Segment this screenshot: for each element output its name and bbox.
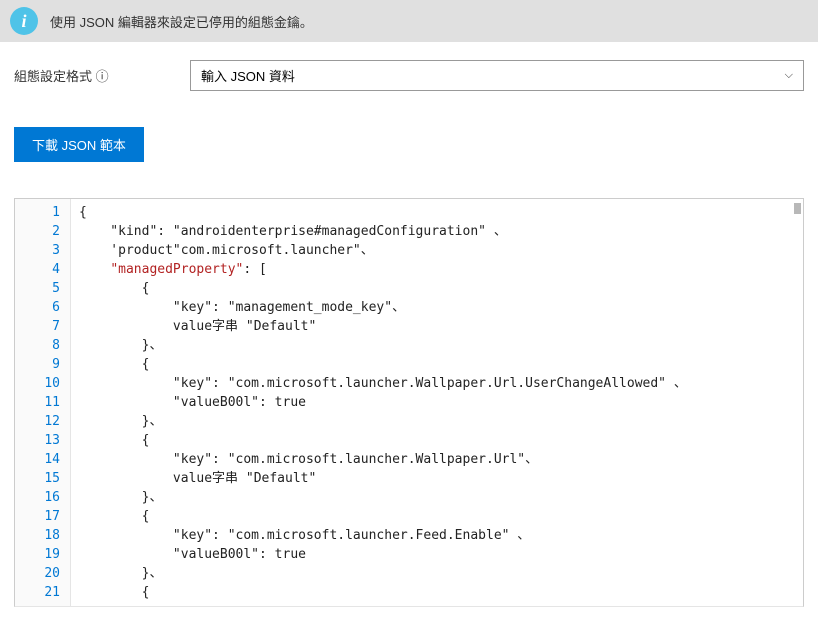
- code-line[interactable]: {: [79, 583, 795, 602]
- code-line[interactable]: "valueB00l": true: [79, 393, 795, 412]
- line-number: 11: [15, 393, 70, 412]
- code-line[interactable]: {: [79, 355, 795, 374]
- code-line[interactable]: }、: [79, 564, 795, 583]
- line-number: 6: [15, 298, 70, 317]
- line-number: 18: [15, 526, 70, 545]
- code-line[interactable]: value字串 "Default": [79, 317, 795, 336]
- code-line[interactable]: }、: [79, 412, 795, 431]
- info-banner: i 使用 JSON 編輯器來設定已停用的組態金鑰。: [0, 0, 818, 42]
- line-number: 15: [15, 469, 70, 488]
- line-number: 21: [15, 583, 70, 602]
- code-line[interactable]: "key": "com.microsoft.launcher.Wallpaper…: [79, 374, 795, 393]
- line-number: 9: [15, 355, 70, 374]
- line-number: 2: [15, 222, 70, 241]
- code-line[interactable]: "key": "com.microsoft.launcher.Wallpaper…: [79, 450, 795, 469]
- line-number: 19: [15, 545, 70, 564]
- code-line[interactable]: 'product"com.microsoft.launcher"、: [79, 241, 795, 260]
- config-format-label: 組態設定格式 ⓘ: [14, 66, 174, 85]
- code-line[interactable]: }、: [79, 336, 795, 355]
- download-json-template-button[interactable]: 下載 JSON 範本: [14, 127, 144, 162]
- code-line[interactable]: {: [79, 203, 795, 222]
- line-number: 14: [15, 450, 70, 469]
- line-number: 5: [15, 279, 70, 298]
- line-number-gutter: 123456789101112131415161718192021: [15, 199, 71, 606]
- code-line[interactable]: "valueB00l": true: [79, 545, 795, 564]
- info-icon: i: [10, 7, 38, 35]
- line-number: 8: [15, 336, 70, 355]
- line-number: 17: [15, 507, 70, 526]
- line-number: 12: [15, 412, 70, 431]
- code-line[interactable]: "key": "management_mode_key"、: [79, 298, 795, 317]
- chevron-down-icon: ⌵: [785, 69, 793, 82]
- info-banner-text: 使用 JSON 編輯器來設定已停用的組態金鑰。: [50, 12, 313, 31]
- code-line[interactable]: value字串 "Default": [79, 469, 795, 488]
- code-line[interactable]: {: [79, 431, 795, 450]
- line-number: 20: [15, 564, 70, 583]
- json-editor[interactable]: 123456789101112131415161718192021 { "kin…: [14, 198, 804, 607]
- line-number: 13: [15, 431, 70, 450]
- code-line[interactable]: "kind": "androidenterprise#managedConfig…: [79, 222, 795, 241]
- code-line[interactable]: "key": "com.microsoft.launcher.Feed.Enab…: [79, 526, 795, 545]
- dropdown-selected-value: 輸入 JSON 資料: [201, 66, 295, 85]
- scrollbar-thumb[interactable]: [794, 203, 801, 214]
- line-number: 3: [15, 241, 70, 260]
- info-icon-glyph: i: [21, 11, 26, 32]
- code-line[interactable]: }、: [79, 488, 795, 507]
- code-line[interactable]: {: [79, 279, 795, 298]
- line-number: 16: [15, 488, 70, 507]
- line-number: 1: [15, 203, 70, 222]
- config-format-dropdown[interactable]: 輸入 JSON 資料 ⌵: [190, 60, 804, 91]
- code-area[interactable]: { "kind": "androidenterprise#managedConf…: [71, 199, 803, 606]
- line-number: 10: [15, 374, 70, 393]
- code-line[interactable]: "managedProperty": [: [79, 260, 795, 279]
- code-line[interactable]: {: [79, 507, 795, 526]
- line-number: 7: [15, 317, 70, 336]
- line-number: 4: [15, 260, 70, 279]
- config-format-row: 組態設定格式 ⓘ 輸入 JSON 資料 ⌵: [0, 42, 818, 91]
